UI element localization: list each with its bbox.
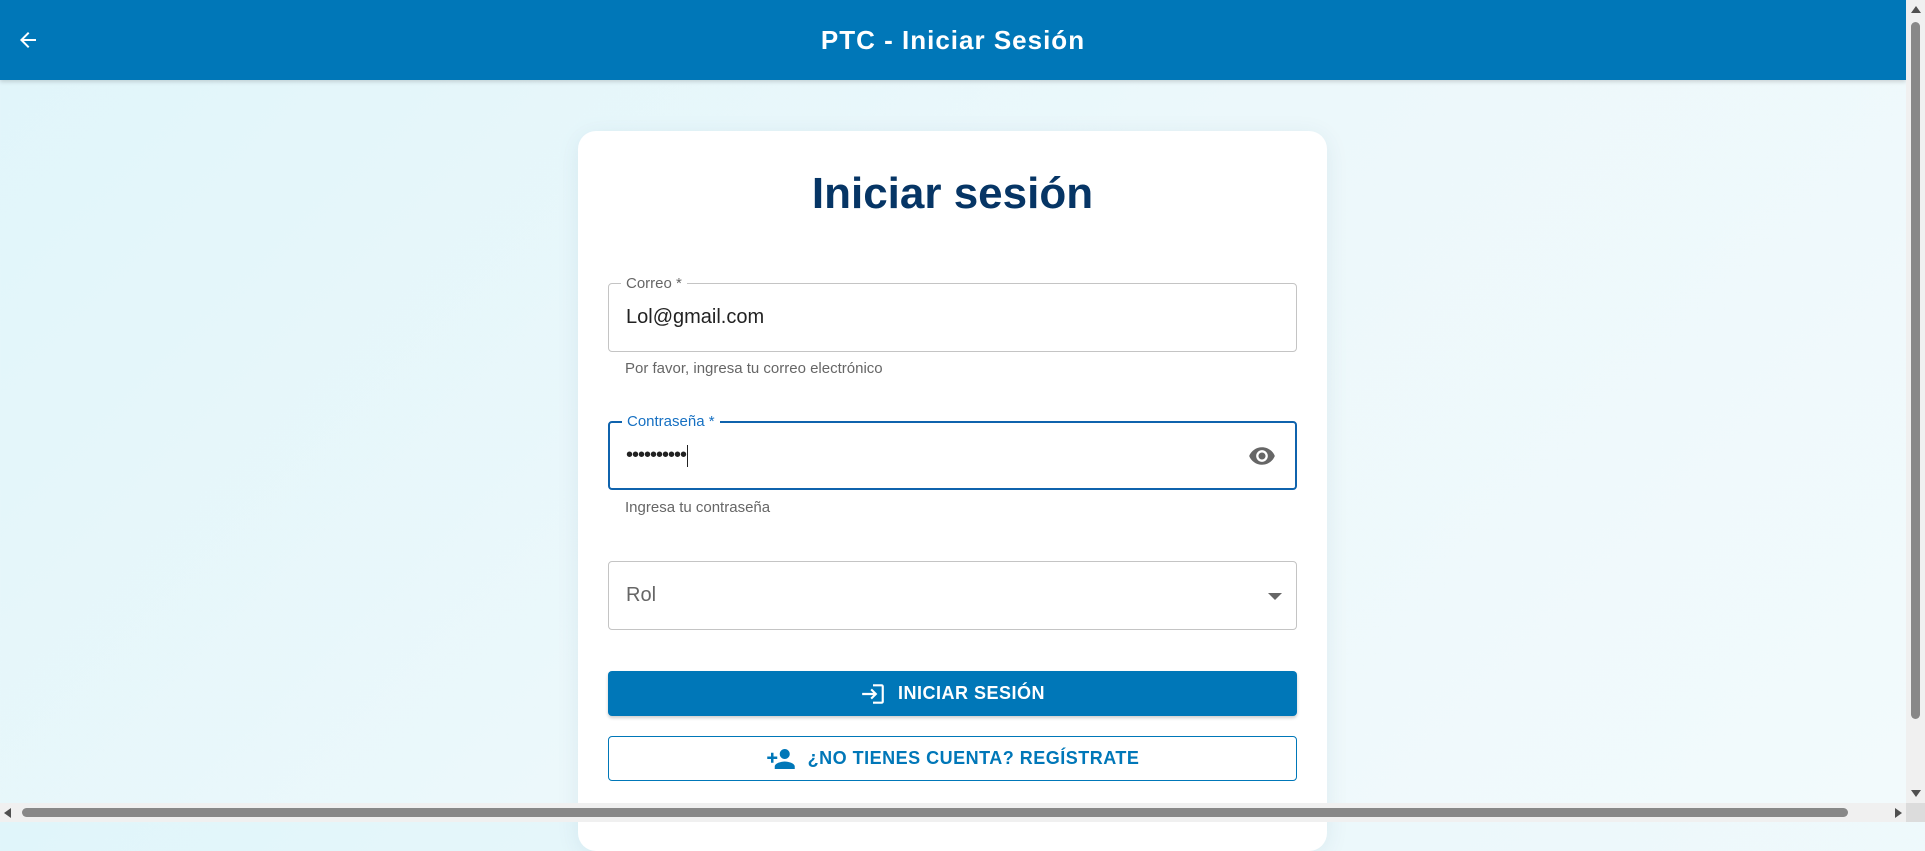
- person-add-icon: [766, 748, 795, 769]
- login-card: Iniciar sesión Correo * Lol@gmail.com Po…: [578, 131, 1327, 851]
- page-title: Iniciar sesión: [811, 169, 1094, 218]
- scrollbar-corner: [1906, 803, 1925, 822]
- dropdown-arrow-icon: [1268, 593, 1282, 600]
- text-caret: [687, 444, 689, 467]
- role-select-value: Rol: [626, 584, 657, 606]
- scroll-up-arrow-icon[interactable]: [1911, 6, 1921, 13]
- eye-icon: [1249, 447, 1275, 465]
- scroll-left-arrow-icon[interactable]: [4, 808, 11, 818]
- scroll-right-arrow-icon[interactable]: [1895, 808, 1902, 818]
- password-field[interactable]: Contraseña * ••••••••••: [608, 413, 1297, 490]
- email-field[interactable]: Correo * Lol@gmail.com: [608, 275, 1297, 352]
- scroll-down-arrow-icon[interactable]: [1911, 790, 1921, 797]
- role-select[interactable]: Rol: [608, 561, 1297, 630]
- arrow-left-icon: [20, 32, 36, 48]
- horizontal-scroll-thumb[interactable]: [22, 808, 1848, 817]
- password-helper-text: Ingresa tu contraseña: [625, 499, 771, 516]
- email-input[interactable]: Lol@gmail.com: [626, 284, 1186, 351]
- back-button[interactable]: [8, 20, 48, 60]
- email-helper-text: Por favor, ingresa tu correo electrónico: [625, 360, 883, 377]
- login-button-label: INICIAR SESIÓN: [897, 683, 1046, 703]
- vertical-scroll-thumb[interactable]: [1911, 22, 1920, 719]
- app-title: PTC - Iniciar Sesión: [820, 25, 1086, 55]
- register-button[interactable]: ¿NO TIENES CUENTA? REGÍSTRATE: [608, 736, 1297, 781]
- toggle-password-visibility-button[interactable]: [1247, 441, 1277, 471]
- password-value: ••••••••••: [626, 444, 687, 466]
- horizontal-scrollbar[interactable]: [0, 803, 1906, 822]
- register-button-label: ¿NO TIENES CUENTA? REGÍSTRATE: [807, 748, 1140, 768]
- login-button[interactable]: INICIAR SESIÓN: [608, 671, 1297, 716]
- app-bar: PTC - Iniciar Sesión: [0, 0, 1906, 80]
- vertical-scrollbar[interactable]: [1906, 0, 1925, 803]
- login-icon: [862, 683, 884, 704]
- password-input[interactable]: ••••••••••: [626, 423, 1186, 490]
